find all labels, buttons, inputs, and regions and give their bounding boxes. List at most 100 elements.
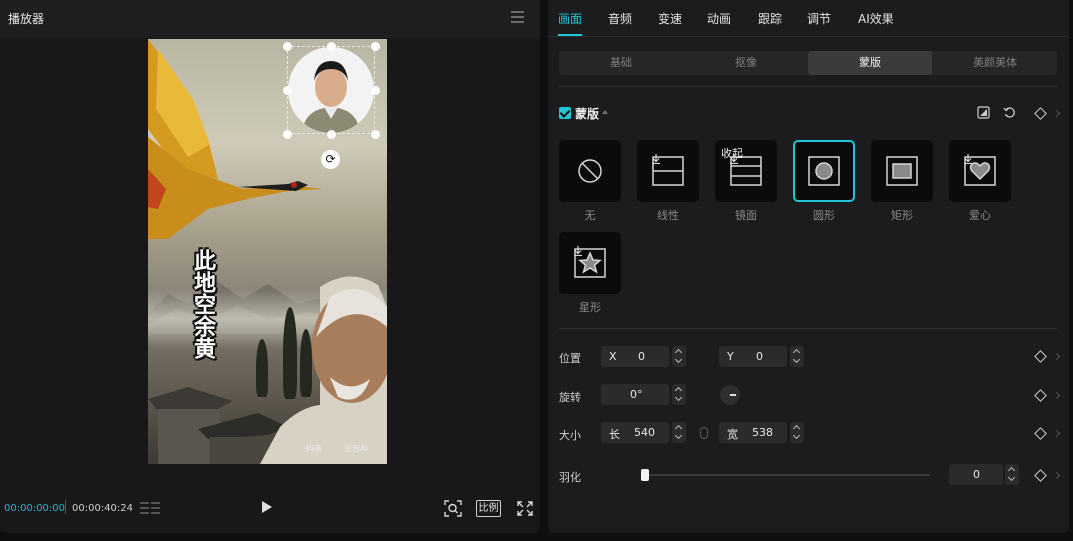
- x-prefix: X: [609, 350, 617, 363]
- rotation-stepper[interactable]: [672, 384, 686, 405]
- resize-handle-left[interactable]: [283, 86, 292, 95]
- menu-icon[interactable]: [511, 11, 524, 23]
- feather-field[interactable]: 0: [949, 464, 1003, 485]
- mask-tile[interactable]: [871, 140, 933, 202]
- position-x-field[interactable]: X 0: [601, 346, 669, 367]
- mask-option-mirror[interactable]: 收起 镜面: [715, 140, 777, 223]
- mask-label: 矩形: [891, 209, 913, 222]
- invert-mask-icon[interactable]: [977, 106, 990, 119]
- collapse-caret-icon[interactable]: [602, 110, 608, 114]
- resize-handle-bottom[interactable]: [327, 130, 336, 139]
- mask-option-rectangle[interactable]: 矩形: [871, 140, 933, 223]
- mask-bounding-frame[interactable]: [287, 46, 375, 134]
- link-ratio-icon[interactable]: [700, 427, 708, 439]
- chevron-right-icon[interactable]: [1052, 429, 1061, 438]
- tab-audio[interactable]: 音频: [608, 10, 632, 27]
- mask-label: 圆形: [813, 209, 835, 222]
- rectangle-mask-icon: [886, 156, 918, 186]
- play-button[interactable]: [262, 501, 272, 513]
- tab-picture[interactable]: 画面: [558, 10, 583, 36]
- divider: [559, 328, 1057, 329]
- video-preview[interactable]: 此地空余黄 抖音 豆包AI ⟳: [148, 39, 387, 464]
- tab-animation[interactable]: 动画: [707, 10, 731, 27]
- rotation-dial[interactable]: [720, 385, 740, 405]
- circle-mask-icon: [808, 156, 840, 186]
- chevron-right-icon[interactable]: [1052, 471, 1061, 480]
- download-icon: [964, 154, 972, 164]
- tab-tracking[interactable]: 跟踪: [758, 10, 782, 27]
- rotation-field[interactable]: 0°: [601, 384, 669, 405]
- resize-handle-right[interactable]: [371, 86, 380, 95]
- mask-option-linear[interactable]: 线性: [637, 140, 699, 223]
- size-width-field[interactable]: 宽 538: [719, 422, 787, 443]
- tab-divider: [548, 36, 1069, 37]
- rotation-value: 0°: [630, 388, 643, 401]
- mask-tile[interactable]: 收起: [715, 140, 777, 202]
- subtab-beauty[interactable]: 美颜美体: [933, 51, 1057, 75]
- mask-label: 星形: [579, 301, 601, 314]
- none-icon: [578, 159, 602, 183]
- chevron-right-icon[interactable]: [1052, 352, 1061, 361]
- feather-slider-thumb[interactable]: [641, 469, 649, 481]
- total-time: 00:00:40:24: [72, 503, 134, 514]
- feather-slider[interactable]: [644, 474, 930, 476]
- size-length-stepper[interactable]: [672, 422, 686, 443]
- size-length-field[interactable]: 长 540: [601, 422, 669, 443]
- mask-enable-checkbox[interactable]: [559, 107, 571, 119]
- tab-adjust[interactable]: 调节: [807, 10, 831, 27]
- main-tabs: 画面 音频 变速 动画 跟踪 调节 AI效果: [548, 0, 1069, 36]
- position-y-field[interactable]: Y 0: [719, 346, 787, 367]
- mask-label: 镜面: [735, 209, 757, 222]
- player-header: 播放器: [0, 0, 540, 38]
- timecode-grid-icon[interactable]: [140, 500, 162, 516]
- tab-speed[interactable]: 变速: [658, 10, 682, 27]
- sub-tabs: 基础 抠像 蒙版 美颜美体: [559, 51, 1057, 75]
- mask-option-circle[interactable]: 圆形: [793, 140, 855, 223]
- feather-value: 0: [973, 468, 980, 481]
- resize-handle-bottom-right[interactable]: [371, 130, 380, 139]
- mask-option-none[interactable]: 无: [559, 140, 621, 223]
- watermark-right: 豆包AI: [344, 444, 368, 453]
- keyframe-diamond-icon[interactable]: [1034, 427, 1047, 440]
- keyframe-diamond-icon[interactable]: [1034, 389, 1047, 402]
- size-width-stepper[interactable]: [790, 422, 804, 443]
- mask-label: 爱心: [969, 209, 991, 222]
- player-title: 播放器: [8, 12, 45, 26]
- mask-option-star[interactable]: 星形: [559, 232, 621, 315]
- feather-stepper[interactable]: [1005, 464, 1019, 485]
- overlay-caption: 此地空余黄: [190, 249, 215, 359]
- size-width-value: 538: [752, 426, 773, 439]
- subtab-mask[interactable]: 蒙版: [808, 51, 932, 75]
- mask-tile[interactable]: [637, 140, 699, 202]
- mask-tile[interactable]: [949, 140, 1011, 202]
- zoom-fit-icon[interactable]: [444, 500, 462, 517]
- aspect-ratio-button[interactable]: 比例: [476, 500, 501, 517]
- keyframe-diamond-icon[interactable]: [1034, 350, 1047, 363]
- chevron-right-icon[interactable]: [1052, 391, 1061, 400]
- old-man-graphic: [260, 276, 387, 464]
- app-window: 播放器 此地空余黄 抖音 豆包AI ⟳ 00:00:00:00 00:00:40…: [0, 0, 1073, 541]
- size-label: 大小: [559, 429, 581, 442]
- subtab-cutout[interactable]: 抠像: [684, 51, 808, 75]
- resize-handle-bottom-left[interactable]: [283, 130, 292, 139]
- resize-handle-top-left[interactable]: [283, 42, 292, 51]
- mask-option-heart[interactable]: 爱心: [949, 140, 1011, 223]
- playback-controls: 00:00:00:00 00:00:40:24 比例: [0, 490, 540, 530]
- subtab-basic[interactable]: 基础: [559, 51, 683, 75]
- tab-ai-effects[interactable]: AI效果: [858, 10, 894, 27]
- fullscreen-icon[interactable]: [516, 500, 534, 517]
- resize-handle-top[interactable]: [327, 42, 336, 51]
- inspector-panel: 画面 音频 变速 动画 跟踪 调节 AI效果 基础 抠像 蒙版 美颜美体 蒙版: [548, 0, 1069, 533]
- y-prefix: Y: [727, 350, 734, 363]
- chevron-right-icon[interactable]: [1052, 109, 1061, 118]
- keyframe-diamond-icon[interactable]: [1034, 469, 1047, 482]
- resize-handle-top-right[interactable]: [371, 42, 380, 51]
- position-y-stepper[interactable]: [790, 346, 804, 367]
- position-x-stepper[interactable]: [672, 346, 686, 367]
- mask-tile[interactable]: [559, 232, 621, 294]
- reset-icon[interactable]: [1003, 106, 1016, 119]
- keyframe-diamond-icon[interactable]: [1034, 107, 1047, 120]
- rotate-handle-icon[interactable]: ⟳: [321, 150, 340, 169]
- mask-tile-selected[interactable]: [793, 140, 855, 202]
- mask-tile[interactable]: [559, 140, 621, 202]
